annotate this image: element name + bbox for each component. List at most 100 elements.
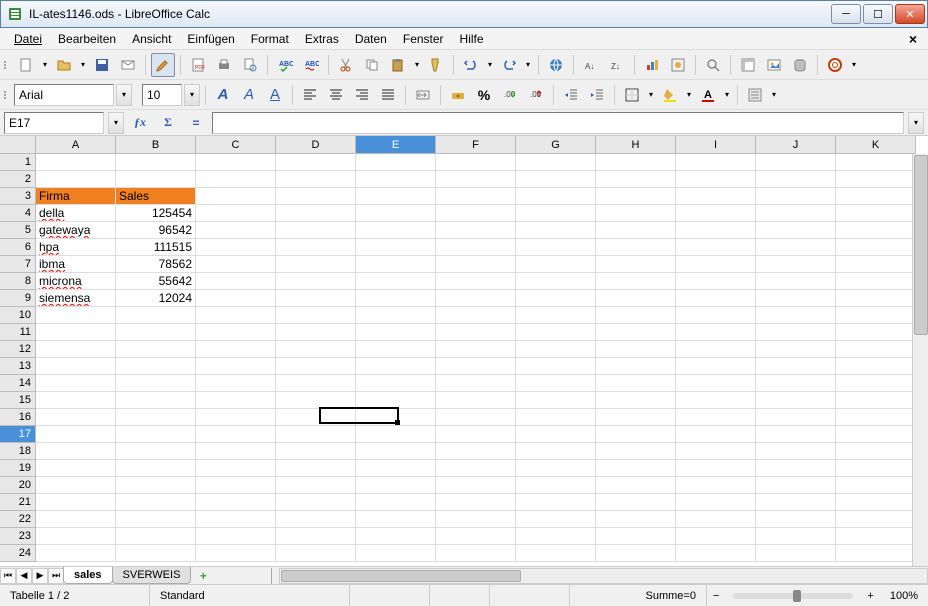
cell-G5[interactable] [516, 222, 596, 239]
cell-F4[interactable] [436, 205, 516, 222]
col-header-F[interactable]: F [436, 136, 516, 154]
cell-H23[interactable] [596, 528, 676, 545]
cell-K23[interactable] [836, 528, 916, 545]
cell-C9[interactable] [196, 290, 276, 307]
cell-H10[interactable] [596, 307, 676, 324]
menu-daten[interactable]: Daten [347, 30, 395, 48]
cell-K19[interactable] [836, 460, 916, 477]
row-header-18[interactable]: 18 [0, 443, 36, 460]
cell-G22[interactable] [516, 511, 596, 528]
cell-B22[interactable] [116, 511, 196, 528]
cell-H9[interactable] [596, 290, 676, 307]
cell-E4[interactable] [356, 205, 436, 222]
cell-H14[interactable] [596, 375, 676, 392]
auto-spellcheck-icon[interactable]: ABC [299, 53, 323, 77]
cell-F9[interactable] [436, 290, 516, 307]
cell-G15[interactable] [516, 392, 596, 409]
cell-A9[interactable]: siemensa [36, 290, 116, 307]
cell-H15[interactable] [596, 392, 676, 409]
percent-icon[interactable]: % [472, 83, 496, 107]
cell-H4[interactable] [596, 205, 676, 222]
edit-mode-icon[interactable] [151, 53, 175, 77]
cell-C8[interactable] [196, 273, 276, 290]
help-icon[interactable] [823, 53, 847, 77]
cell-G8[interactable] [516, 273, 596, 290]
cell-K5[interactable] [836, 222, 916, 239]
cell-D13[interactable] [276, 358, 356, 375]
remove-decimal-icon[interactable]: .00 [524, 83, 548, 107]
cell-G24[interactable] [516, 545, 596, 562]
format-paintbrush-icon[interactable] [424, 53, 448, 77]
cell-K2[interactable] [836, 171, 916, 188]
cell-I23[interactable] [676, 528, 756, 545]
cell-D6[interactable] [276, 239, 356, 256]
cell-G1[interactable] [516, 154, 596, 171]
minimize-button[interactable]: ─ [831, 4, 861, 24]
cell-B9[interactable]: 12024 [116, 290, 196, 307]
row-header-10[interactable]: 10 [0, 307, 36, 324]
row-header-2[interactable]: 2 [0, 171, 36, 188]
align-center-icon[interactable] [324, 83, 348, 107]
save-icon[interactable] [90, 53, 114, 77]
cell-A7[interactable]: ibma [36, 256, 116, 273]
cell-I22[interactable] [676, 511, 756, 528]
cell-C19[interactable] [196, 460, 276, 477]
cell-B18[interactable] [116, 443, 196, 460]
col-header-E[interactable]: E [356, 136, 436, 154]
row-header-3[interactable]: 3 [0, 188, 36, 205]
fontcolor-dropdown-icon[interactable]: ▾ [722, 83, 732, 107]
cell-H3[interactable] [596, 188, 676, 205]
cell-I14[interactable] [676, 375, 756, 392]
font-name-input[interactable]: Arial [14, 84, 114, 106]
print-preview-icon[interactable] [238, 53, 262, 77]
function-wizard-icon[interactable]: ƒx [128, 111, 152, 135]
col-header-G[interactable]: G [516, 136, 596, 154]
merge-cells-icon[interactable] [411, 83, 435, 107]
cell-B1[interactable] [116, 154, 196, 171]
cell-C1[interactable] [196, 154, 276, 171]
sum-icon[interactable]: Σ [156, 111, 180, 135]
cell-A15[interactable] [36, 392, 116, 409]
cell-H21[interactable] [596, 494, 676, 511]
copy-icon[interactable] [360, 53, 384, 77]
cell-F6[interactable] [436, 239, 516, 256]
cell-J10[interactable] [756, 307, 836, 324]
cell-J19[interactable] [756, 460, 836, 477]
add-sheet-icon[interactable]: + [195, 568, 211, 584]
cell-F13[interactable] [436, 358, 516, 375]
cell-F10[interactable] [436, 307, 516, 324]
cell-I18[interactable] [676, 443, 756, 460]
cell-D15[interactable] [276, 392, 356, 409]
row-header-9[interactable]: 9 [0, 290, 36, 307]
row-header-24[interactable]: 24 [0, 545, 36, 562]
cell-I6[interactable] [676, 239, 756, 256]
cell-F11[interactable] [436, 324, 516, 341]
cell-D10[interactable] [276, 307, 356, 324]
cell-F16[interactable] [436, 409, 516, 426]
cell-K13[interactable] [836, 358, 916, 375]
cell-H20[interactable] [596, 477, 676, 494]
cell-K4[interactable] [836, 205, 916, 222]
cell-H12[interactable] [596, 341, 676, 358]
cell-H5[interactable] [596, 222, 676, 239]
align-right-icon[interactable] [350, 83, 374, 107]
cell-C24[interactable] [196, 545, 276, 562]
cell-D22[interactable] [276, 511, 356, 528]
cell-F20[interactable] [436, 477, 516, 494]
cell-J21[interactable] [756, 494, 836, 511]
find-icon[interactable] [701, 53, 725, 77]
cell-F23[interactable] [436, 528, 516, 545]
cell-C17[interactable] [196, 426, 276, 443]
menu-format[interactable]: Format [243, 30, 297, 48]
cell-I24[interactable] [676, 545, 756, 562]
cell-H24[interactable] [596, 545, 676, 562]
vertical-scrollbar[interactable] [912, 154, 928, 566]
cell-B17[interactable] [116, 426, 196, 443]
print-icon[interactable] [212, 53, 236, 77]
cell-C14[interactable] [196, 375, 276, 392]
cell-I11[interactable] [676, 324, 756, 341]
cell-A19[interactable] [36, 460, 116, 477]
hyperlink-icon[interactable] [544, 53, 568, 77]
col-header-K[interactable]: K [836, 136, 916, 154]
cell-C6[interactable] [196, 239, 276, 256]
